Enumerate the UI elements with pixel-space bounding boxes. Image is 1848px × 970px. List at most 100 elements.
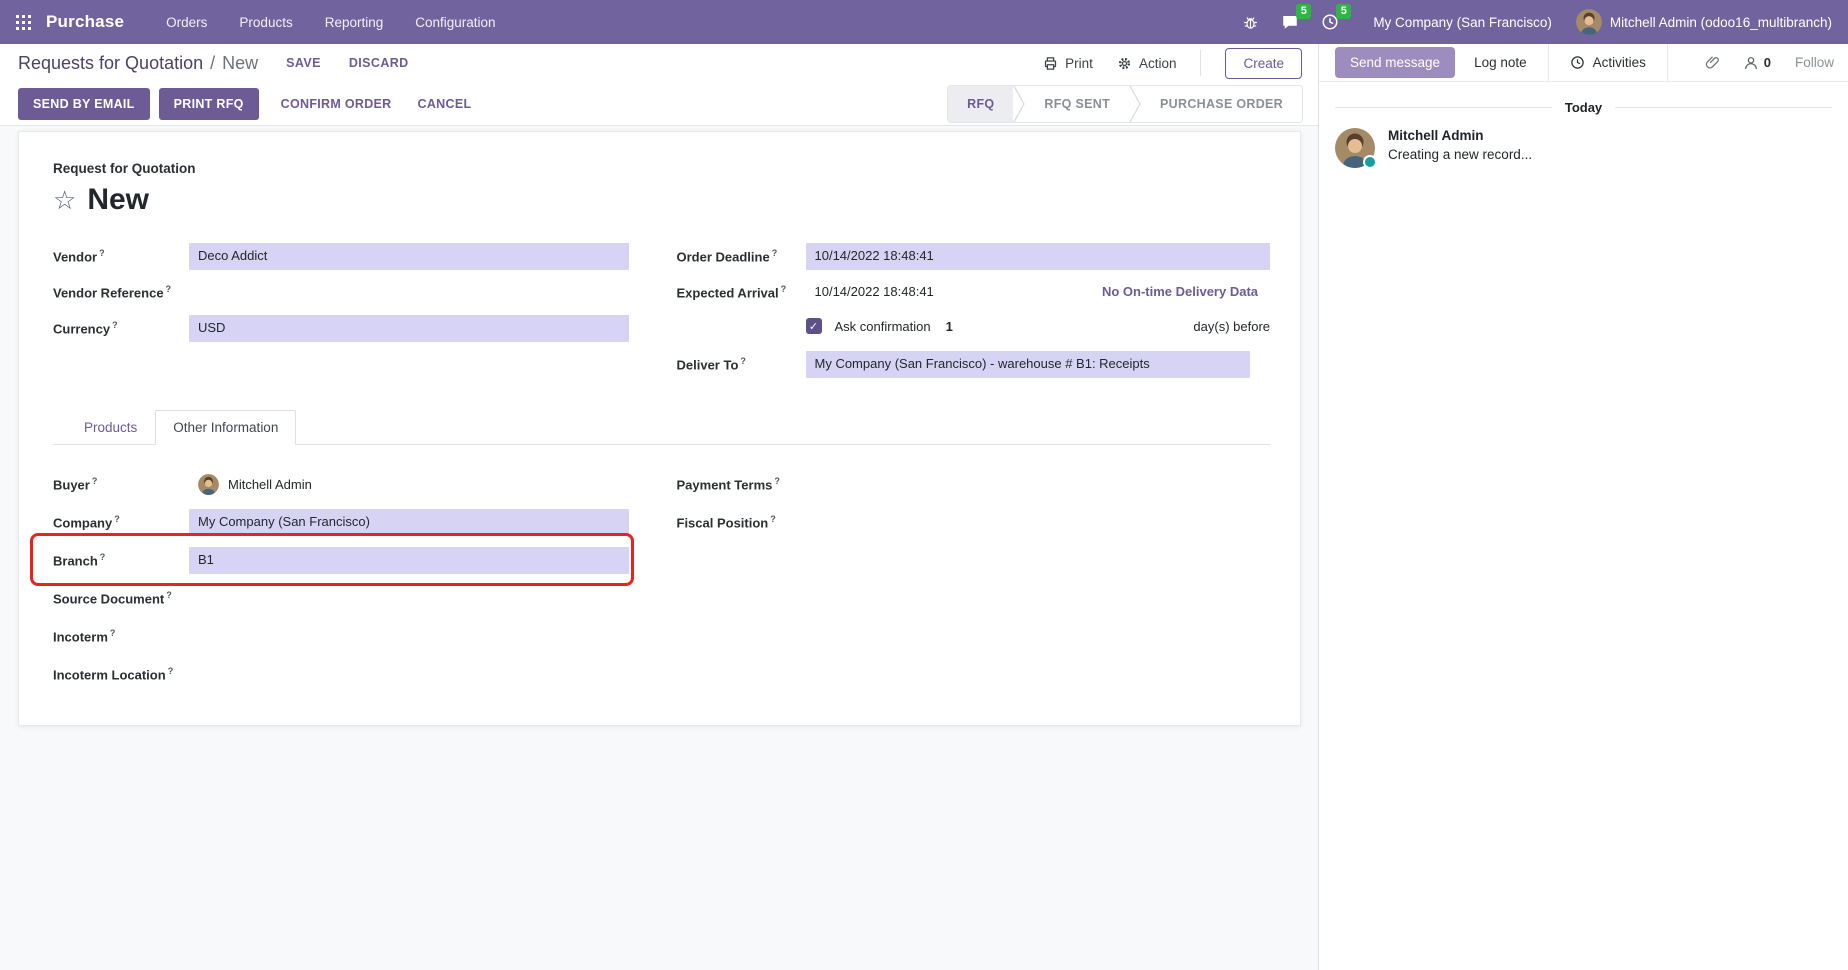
payment-terms-input[interactable] (806, 471, 1271, 498)
form-view: Request for Quotation New Vendor? Deco A… (0, 126, 1318, 970)
cancel-button[interactable]: CANCEL (405, 88, 485, 120)
debug-bug-icon[interactable] (1236, 10, 1265, 35)
activities-clock-icon[interactable]: 5 (1315, 9, 1345, 35)
date-divider-label: Today (1565, 100, 1602, 115)
field-source-document: Source Document? (53, 585, 629, 612)
vendor-reference-input[interactable] (189, 279, 629, 306)
user-menu[interactable]: Mitchell Admin (odoo16_multibranch) (1576, 9, 1832, 35)
payment-terms-label: Payment Terms? (677, 471, 806, 492)
company-input[interactable]: My Company (San Francisco) (189, 509, 629, 536)
chatter-toolbar: Send message Log note Activities (1319, 44, 1848, 82)
vendor-reference-label: Vendor Reference? (53, 279, 189, 300)
print-button[interactable]: Print (1043, 56, 1093, 71)
field-ask-confirmation: Ask confirmation 1 day(s) before (677, 315, 1271, 342)
main-panel: Requests for Quotation / New SAVE DISCAR… (0, 44, 1318, 970)
field-vendor: Vendor? Deco Addict (53, 243, 629, 270)
create-button[interactable]: Create (1225, 48, 1302, 79)
breadcrumb: Requests for Quotation / New (18, 53, 258, 74)
fiscal-position-input[interactable] (806, 509, 1271, 536)
document-type-label: Request for Quotation (53, 161, 1270, 176)
systray: 5 5 My Company (San Francisco) Mitchell … (1236, 9, 1832, 35)
menu-configuration[interactable]: Configuration (403, 8, 507, 37)
followers-count: 0 (1764, 55, 1771, 70)
tab-other-information[interactable]: Other Information (155, 410, 296, 445)
source-document-input[interactable] (189, 585, 629, 612)
branch-label: Branch? (53, 547, 189, 568)
action-button[interactable]: Action (1117, 56, 1177, 71)
chatter-message: Mitchell Admin Creating a new record... (1335, 128, 1832, 168)
help-mark: ? (100, 552, 106, 562)
confirm-order-button[interactable]: CONFIRM ORDER (268, 88, 405, 120)
save-button[interactable]: SAVE (286, 56, 321, 70)
tab-products[interactable]: Products (66, 410, 155, 445)
breadcrumb-current: New (222, 53, 258, 74)
print-rfq-button[interactable]: PRINT RFQ (159, 88, 259, 120)
gear-icon (1117, 56, 1132, 71)
activities-button[interactable]: Activities (1548, 44, 1668, 81)
buyer-input[interactable]: Mitchell Admin (189, 471, 321, 498)
follow-button[interactable]: Follow (1795, 55, 1834, 70)
status-purchase-order[interactable]: PURCHASE ORDER (1141, 86, 1302, 122)
field-company: Company? My Company (San Francisco) (53, 509, 629, 536)
toolbar-divider (1200, 50, 1201, 76)
company-switcher[interactable]: My Company (San Francisco) (1373, 15, 1552, 30)
field-incoterm: Incoterm? (53, 623, 629, 650)
incoterm-input[interactable] (189, 623, 629, 650)
deliver-to-label: Deliver To? (677, 351, 806, 372)
print-label: Print (1065, 56, 1093, 71)
status-rfq[interactable]: RFQ (948, 86, 1013, 122)
expected-arrival-label: Expected Arrival? (677, 279, 806, 300)
expected-arrival-input[interactable]: 10/14/2022 18:48:41 (806, 279, 943, 304)
branch-input[interactable]: B1 (189, 547, 629, 574)
control-panel-actions: SEND BY EMAIL PRINT RFQ CONFIRM ORDER CA… (0, 82, 1318, 126)
currency-input[interactable]: USD (189, 315, 629, 342)
ask-confirmation-checkbox[interactable] (806, 318, 822, 334)
field-payment-terms: Payment Terms? (677, 471, 1271, 498)
ask-confirmation-label[interactable]: Ask confirmation (835, 319, 931, 334)
order-deadline-input[interactable]: 10/14/2022 18:48:41 (806, 243, 1271, 270)
menu-reporting[interactable]: Reporting (313, 8, 396, 37)
status-rfq-sent[interactable]: RFQ SENT (1025, 86, 1129, 122)
message-avatar (1335, 128, 1375, 168)
message-thread: Today Mitchell Admin Creating a new reco… (1319, 82, 1848, 168)
help-mark: ? (114, 514, 120, 524)
reminder-days-input[interactable]: 1 (946, 319, 953, 334)
menu-orders[interactable]: Orders (154, 8, 219, 37)
source-document-label: Source Document? (53, 585, 189, 606)
buyer-label: Buyer? (53, 471, 189, 492)
field-fiscal-position: Fiscal Position? (677, 509, 1271, 536)
discard-button[interactable]: DISCARD (349, 56, 409, 70)
followers-button[interactable]: 0 (1743, 55, 1771, 71)
on-time-delivery-link[interactable]: No On-time Delivery Data (1102, 279, 1258, 299)
app-name[interactable]: Purchase (46, 12, 124, 32)
help-mark: ? (774, 476, 780, 486)
notebook-tabs: Products Other Information (53, 409, 1270, 445)
favorite-star-icon[interactable] (53, 187, 76, 213)
message-author[interactable]: Mitchell Admin (1388, 128, 1532, 143)
messages-icon[interactable]: 5 (1275, 9, 1305, 35)
paperclip-icon (1704, 54, 1721, 71)
chatter-panel: Send message Log note Activities (1318, 44, 1848, 970)
field-incoterm-location: Incoterm Location? (53, 661, 629, 688)
attachments-button[interactable] (1704, 54, 1721, 71)
log-note-button[interactable]: Log note (1474, 55, 1527, 70)
ask-confirmation-spacer (677, 315, 806, 320)
vendor-input[interactable]: Deco Addict (189, 243, 629, 270)
apps-grid-icon[interactable] (0, 0, 46, 44)
incoterm-location-input[interactable] (189, 661, 629, 688)
company-label: Company? (53, 509, 189, 530)
incoterm-label: Incoterm? (53, 623, 189, 644)
field-vendor-reference: Vendor Reference? (53, 279, 629, 306)
help-mark: ? (110, 628, 116, 638)
deliver-to-input[interactable]: My Company (San Francisco) - warehouse #… (806, 351, 1251, 378)
breadcrumb-parent[interactable]: Requests for Quotation (18, 53, 203, 74)
help-mark: ? (99, 248, 105, 258)
message-body: Creating a new record... (1388, 147, 1532, 162)
fiscal-position-label: Fiscal Position? (677, 509, 806, 530)
order-deadline-label: Order Deadline? (677, 243, 806, 264)
help-mark: ? (166, 590, 172, 600)
send-message-button[interactable]: Send message (1335, 47, 1455, 78)
user-name: Mitchell Admin (odoo16_multibranch) (1610, 15, 1832, 30)
send-by-email-button[interactable]: SEND BY EMAIL (18, 88, 150, 120)
menu-products[interactable]: Products (227, 8, 304, 37)
